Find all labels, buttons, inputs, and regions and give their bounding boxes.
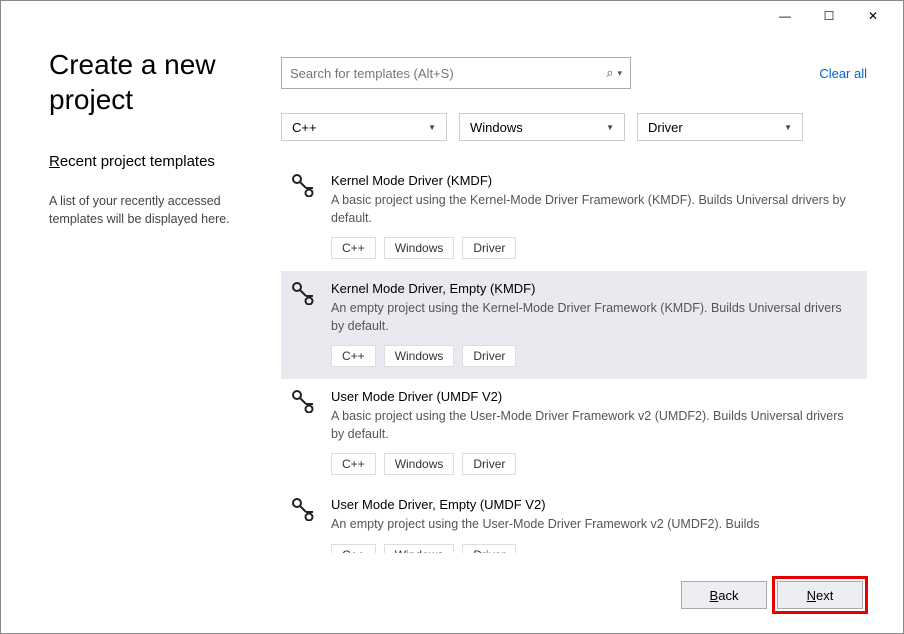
template-body: Kernel Mode Driver (KMDF) A basic projec… (331, 173, 855, 259)
template-title: Kernel Mode Driver, Empty (KMDF) (331, 281, 855, 296)
template-item[interactable]: Kernel Mode Driver, Empty (KMDF) An empt… (281, 271, 867, 379)
driver-icon (291, 497, 319, 521)
tag-driver: Driver (462, 544, 516, 554)
footer-buttons: Back Next (681, 581, 863, 609)
template-desc: A basic project using the Kernel-Mode Dr… (331, 192, 855, 227)
tag-driver: Driver (462, 237, 516, 259)
driver-icon (291, 173, 319, 197)
left-column: Create a new project Recent project temp… (49, 47, 281, 553)
template-title: Kernel Mode Driver (KMDF) (331, 173, 855, 188)
template-title: User Mode Driver, Empty (UMDF V2) (331, 497, 855, 512)
template-desc: An empty project using the Kernel-Mode D… (331, 300, 855, 335)
tag-windows: Windows (384, 453, 455, 475)
platform-filter-value: Windows (470, 120, 523, 135)
tag-driver: Driver (462, 345, 516, 367)
back-button[interactable]: Back (681, 581, 767, 609)
minimize-button[interactable]: — (763, 1, 807, 31)
template-item[interactable]: Kernel Mode Driver (KMDF) A basic projec… (281, 163, 867, 271)
template-body: User Mode Driver (UMDF V2) A basic proje… (331, 389, 855, 475)
tag-cpp: C++ (331, 237, 376, 259)
close-button[interactable]: ✕ (851, 1, 895, 31)
page-title: Create a new project (49, 47, 265, 117)
tag-cpp: C++ (331, 544, 376, 554)
template-tags: C++ Windows Driver (331, 453, 855, 475)
template-item[interactable]: User Mode Driver, Empty (UMDF V2) An emp… (281, 487, 867, 553)
right-column: ⌕ ▾ Clear all C++ ▼ Windows ▼ Driver ▼ (281, 47, 867, 553)
maximize-button[interactable]: ☐ (807, 1, 851, 31)
search-row: ⌕ ▾ Clear all (281, 57, 867, 89)
search-dropdown-icon[interactable]: ▾ (617, 68, 622, 79)
template-list: Kernel Mode Driver (KMDF) A basic projec… (281, 163, 867, 553)
content: Create a new project Recent project temp… (1, 31, 903, 553)
language-filter-value: C++ (292, 120, 317, 135)
template-tags: C++ Windows Driver (331, 544, 855, 554)
clear-all-link[interactable]: Clear all (819, 66, 867, 81)
template-item[interactable]: User Mode Driver (UMDF V2) A basic proje… (281, 379, 867, 487)
tag-windows: Windows (384, 345, 455, 367)
search-icon[interactable]: ⌕ (606, 65, 613, 81)
template-title: User Mode Driver (UMDF V2) (331, 389, 855, 404)
tag-windows: Windows (384, 237, 455, 259)
tag-driver: Driver (462, 453, 516, 475)
chevron-down-icon: ▼ (428, 123, 436, 132)
search-box[interactable]: ⌕ ▾ (281, 57, 631, 89)
template-desc: A basic project using the User-Mode Driv… (331, 408, 855, 443)
language-filter[interactable]: C++ ▼ (281, 113, 447, 141)
template-body: Kernel Mode Driver, Empty (KMDF) An empt… (331, 281, 855, 367)
template-tags: C++ Windows Driver (331, 237, 855, 259)
recent-title: Recent project templates (49, 153, 265, 170)
search-input[interactable] (290, 66, 606, 81)
tag-cpp: C++ (331, 453, 376, 475)
chevron-down-icon: ▼ (606, 123, 614, 132)
titlebar: — ☐ ✕ (1, 1, 903, 31)
template-body: User Mode Driver, Empty (UMDF V2) An emp… (331, 497, 855, 553)
template-desc: An empty project using the User-Mode Dri… (331, 516, 855, 534)
driver-icon (291, 389, 319, 413)
tag-cpp: C++ (331, 345, 376, 367)
type-filter[interactable]: Driver ▼ (637, 113, 803, 141)
filter-row: C++ ▼ Windows ▼ Driver ▼ (281, 113, 867, 141)
recent-body: A list of your recently accessed templat… (49, 192, 265, 228)
tag-windows: Windows (384, 544, 455, 554)
next-button[interactable]: Next (777, 581, 863, 609)
driver-icon (291, 281, 319, 305)
type-filter-value: Driver (648, 120, 683, 135)
template-tags: C++ Windows Driver (331, 345, 855, 367)
chevron-down-icon: ▼ (784, 123, 792, 132)
platform-filter[interactable]: Windows ▼ (459, 113, 625, 141)
